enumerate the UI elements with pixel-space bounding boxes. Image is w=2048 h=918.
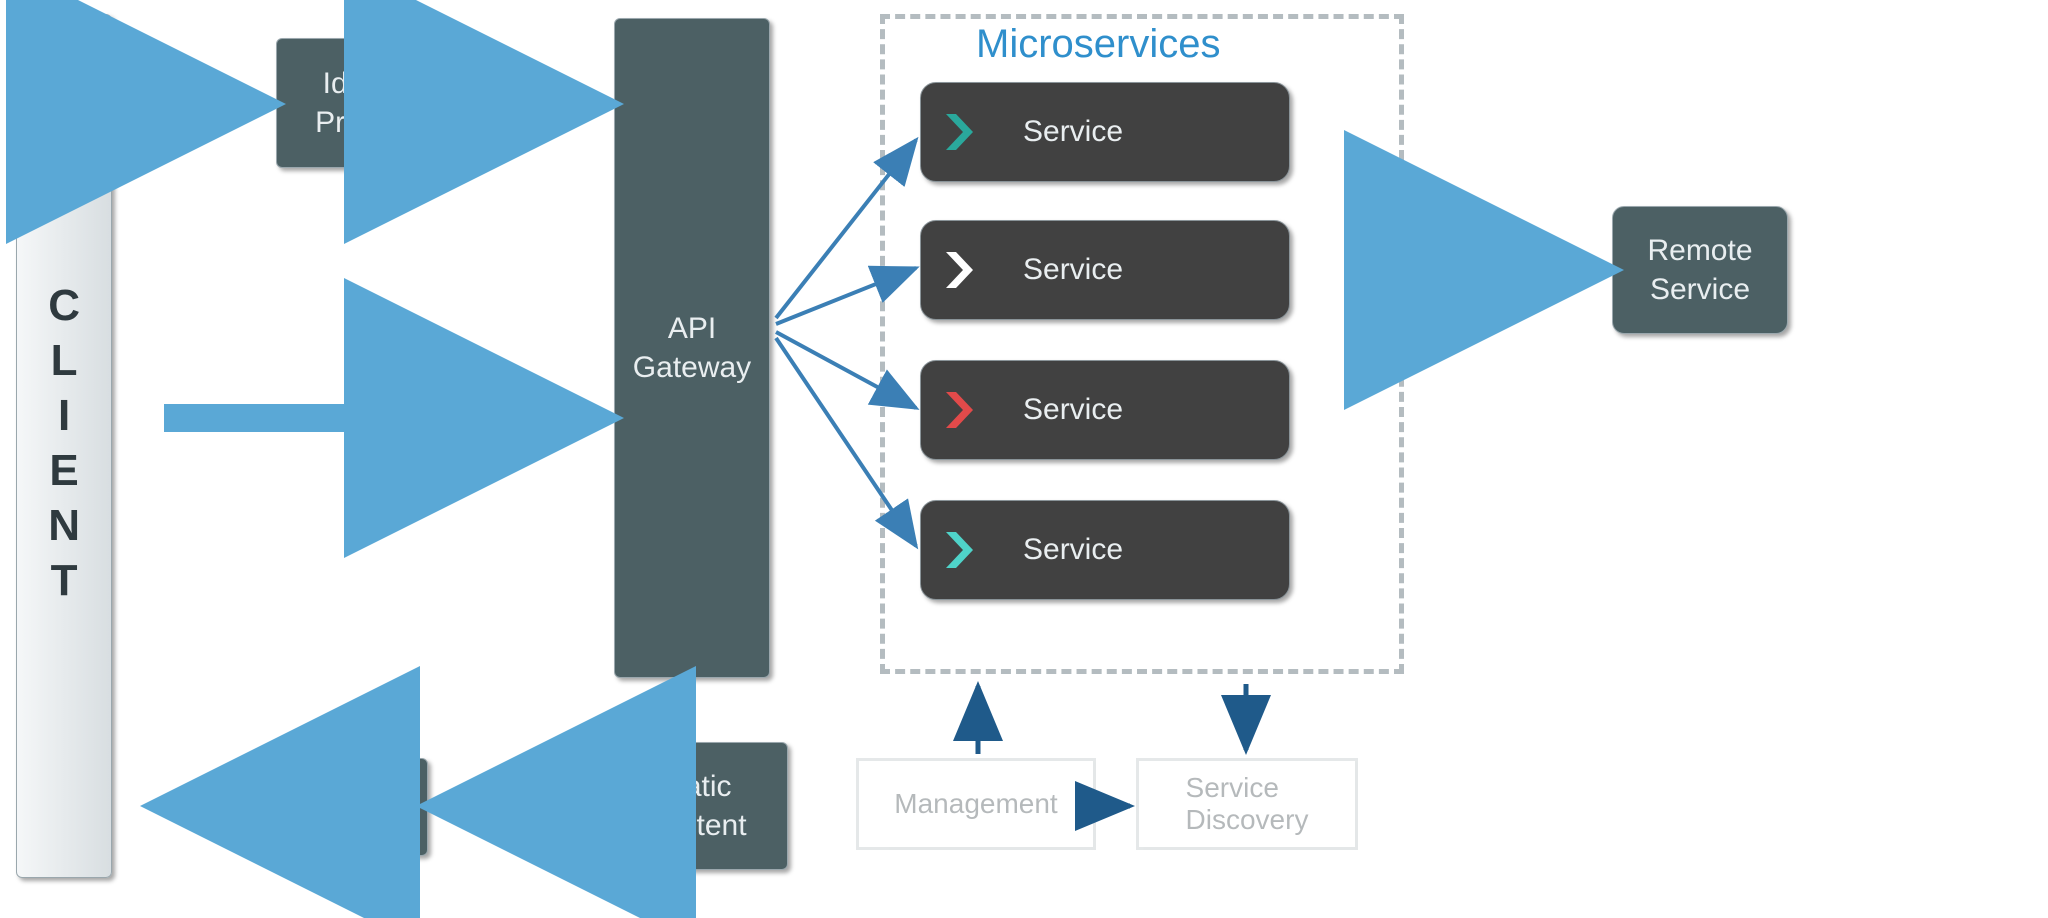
management-label: Management <box>894 788 1057 820</box>
microservices-title-label: Microservices <box>976 22 1220 66</box>
chevron-right-icon <box>941 250 981 290</box>
static-content-box: Static Content <box>600 742 788 870</box>
service-label-3: Service <box>1023 393 1123 427</box>
static-content-label: Static Content <box>641 767 746 845</box>
service-label-4: Service <box>1023 533 1123 567</box>
service-discovery-box: Service Discovery <box>1136 758 1358 850</box>
service-box-4: Service <box>920 500 1290 600</box>
client-label: CLIENT <box>35 281 92 611</box>
service-discovery-label: Service Discovery <box>1186 772 1309 836</box>
cdn-label: CDN <box>327 788 392 827</box>
microservices-title: Microservices <box>976 22 1220 67</box>
chevron-right-icon <box>941 530 981 570</box>
service-box-2: Service <box>920 220 1290 320</box>
identity-provider-label: Identity Provider <box>315 64 427 142</box>
chevron-right-icon <box>941 112 981 152</box>
service-label-2: Service <box>1023 253 1123 287</box>
api-gateway-box: API Gateway <box>614 18 770 678</box>
service-label-1: Service <box>1023 115 1123 149</box>
identity-provider-box: Identity Provider <box>276 38 466 168</box>
remote-service-label: Remote Service <box>1647 231 1752 309</box>
chevron-right-icon <box>941 390 981 430</box>
api-gateway-label: API Gateway <box>633 309 751 387</box>
cdn-box: CDN <box>290 758 428 856</box>
remote-service-box: Remote Service <box>1612 206 1788 334</box>
management-box: Management <box>856 758 1096 850</box>
service-box-1: Service <box>920 82 1290 182</box>
client-box: CLIENT <box>16 14 112 878</box>
service-box-3: Service <box>920 360 1290 460</box>
